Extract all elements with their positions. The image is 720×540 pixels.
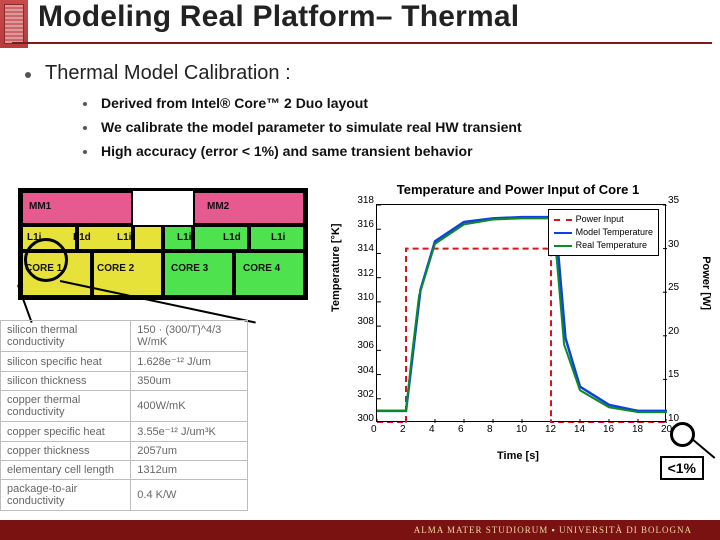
title-underline — [12, 42, 712, 44]
institution-logo — [0, 0, 28, 48]
bullet-s2: We calibrate the model parameter to simu… — [83, 119, 705, 135]
bullet-l1: Thermal Model Calibration : — [25, 62, 705, 85]
mm1-label: MM1 — [29, 201, 51, 212]
bullet-list: Thermal Model Calibration : Derived from… — [25, 62, 705, 167]
y-axis-label: Temperature [°K] — [330, 223, 342, 312]
mm2-label: MM2 — [207, 201, 229, 212]
parameter-table: silicon thermal conductivity150 · (300/T… — [0, 320, 248, 511]
footer-text: ALMA MATER STUDIORUM ▪ UNIVERSITÀ DI BOL… — [414, 525, 692, 535]
y2-axis-label: Power [W] — [700, 256, 712, 310]
x-axis-label: Time [s] — [328, 450, 708, 462]
slide-title: Modeling Real Platform– Thermal — [38, 0, 519, 34]
highlight-circle — [24, 238, 68, 282]
chart-title: Temperature and Power Input of Core 1 — [328, 182, 708, 197]
chart-legend: Power Input Model Temperature Real Tempe… — [548, 209, 659, 256]
chart-thermal: Temperature and Power Input of Core 1 Te… — [328, 182, 708, 462]
footer-bar: ALMA MATER STUDIORUM ▪ UNIVERSITÀ DI BOL… — [0, 520, 720, 540]
bullet-s1: Derived from Intel® Core™ 2 Duo layout — [83, 95, 705, 111]
bullet-s3: High accuracy (error < 1%) and same tran… — [83, 143, 705, 159]
bullet-l1-text: Thermal Model Calibration : — [45, 62, 291, 85]
error-annotation: <1% — [660, 456, 704, 480]
error-highlight-circle — [670, 422, 695, 447]
plot-area: Power Input Model Temperature Real Tempe… — [376, 204, 666, 422]
